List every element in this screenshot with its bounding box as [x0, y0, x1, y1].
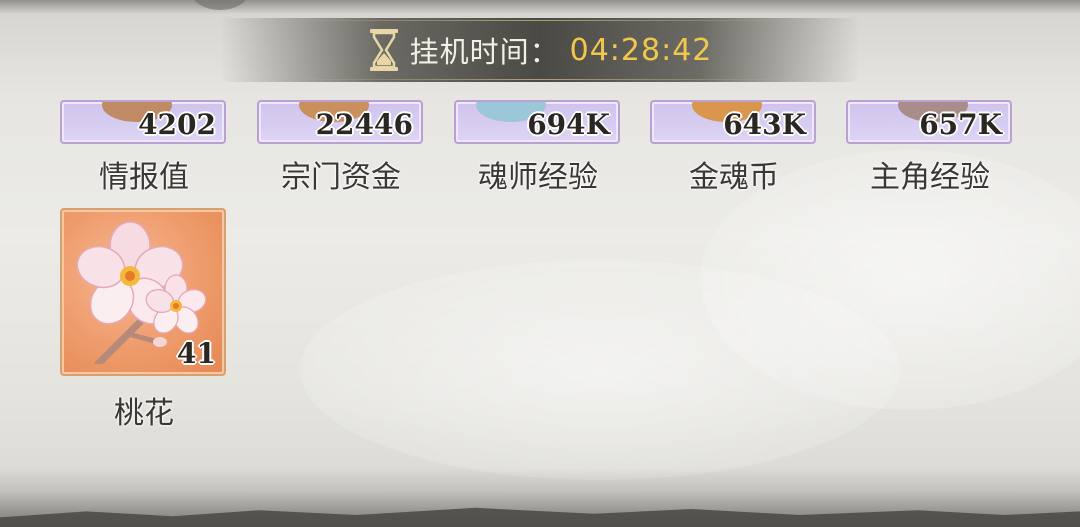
reward-item-card: 22446 — [257, 100, 423, 144]
item-count: 22446 — [315, 108, 413, 141]
item-count: 41 — [177, 337, 216, 370]
item-name: 金魂币 — [689, 160, 779, 195]
reward-item-card: 41 — [60, 208, 226, 376]
item-count: 4202 — [138, 108, 216, 141]
item-name: 桃花 — [114, 396, 174, 431]
item-count: 694K — [527, 108, 610, 141]
item-name: 宗门资金 — [281, 160, 401, 195]
reward-item-card: 643K — [650, 100, 816, 144]
reward-item-card: 4202 — [60, 100, 226, 144]
item-name: 情报值 — [99, 160, 189, 195]
item-count: 657K — [919, 108, 1002, 141]
reward-grid: 4202 情报值 22446 宗门资金 694K 魂师经验 643K 金魂币 6… — [0, 0, 1080, 527]
item-count: 643K — [723, 108, 806, 141]
reward-item-card: 657K — [846, 100, 1012, 144]
item-name: 主角经验 — [870, 160, 990, 195]
reward-item-card: 694K — [454, 100, 620, 144]
item-name: 魂师经验 — [478, 160, 598, 195]
